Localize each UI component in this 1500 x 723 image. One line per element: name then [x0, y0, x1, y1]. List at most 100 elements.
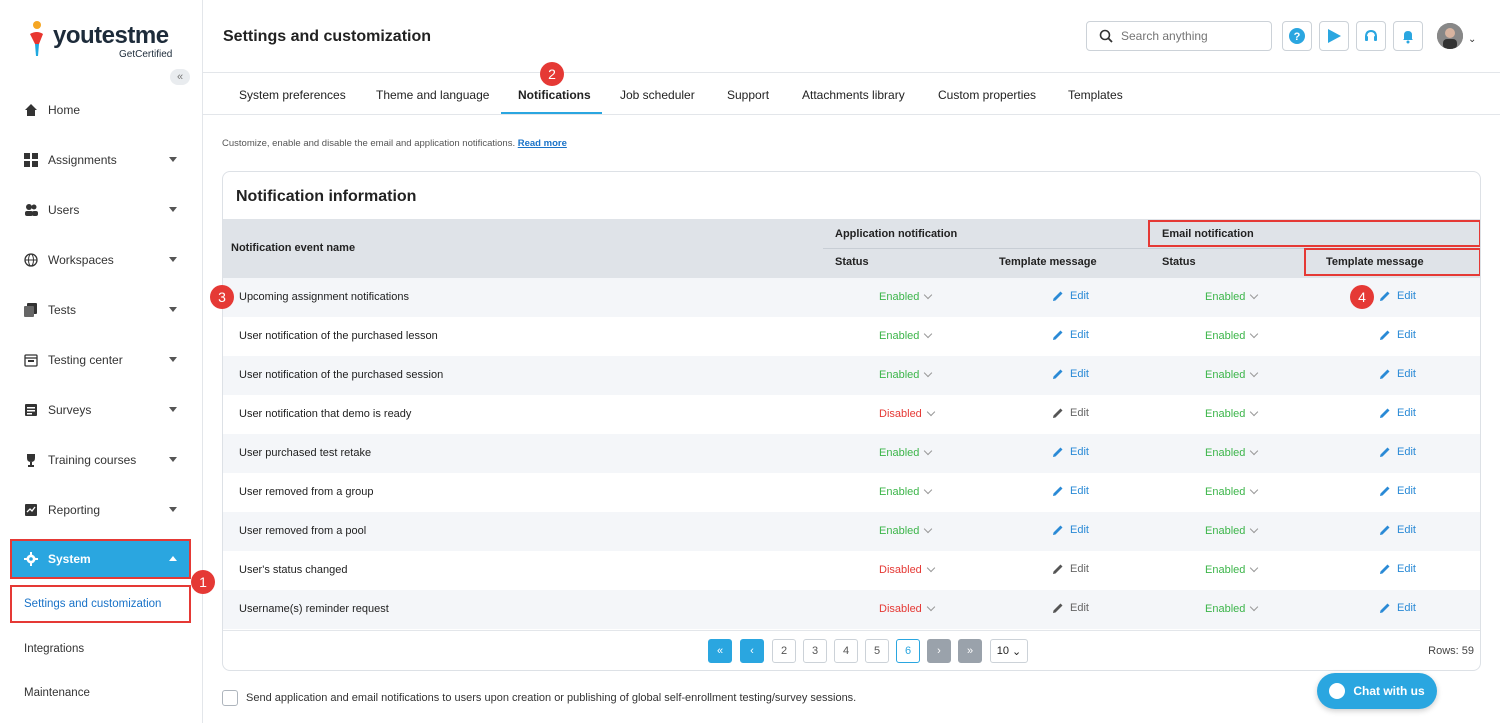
app-template-edit-button[interactable]: Edit — [1052, 602, 1089, 614]
sidebar-item-home[interactable]: Home — [12, 92, 189, 128]
email-status-dropdown[interactable]: Enabled — [1205, 485, 1259, 498]
email-template-edit-button[interactable]: Edit — [1379, 329, 1416, 341]
event-name: User removed from a pool — [239, 525, 367, 537]
sidebar-item-system[interactable]: System — [10, 539, 191, 579]
tab-support[interactable]: Support — [727, 88, 769, 102]
support-button[interactable] — [1356, 21, 1386, 51]
email-status-dropdown[interactable]: Enabled — [1205, 602, 1259, 615]
sidebar-item-workspaces[interactable]: Workspaces — [12, 242, 189, 278]
sidebar-item-training-courses[interactable]: Training courses — [12, 442, 189, 478]
app-template-edit-button[interactable]: Edit — [1052, 329, 1089, 341]
email-template-edit-button[interactable]: Edit — [1379, 368, 1416, 380]
tab-templates[interactable]: Templates — [1068, 88, 1123, 102]
email-status-dropdown[interactable]: Enabled — [1205, 446, 1259, 459]
edit-label: Edit — [1070, 485, 1089, 497]
sidebar-item-reporting[interactable]: Reporting — [12, 492, 189, 528]
brand-logo[interactable]: youtestme GetCertified — [27, 20, 187, 62]
page-button-current[interactable]: 6 — [896, 639, 920, 663]
app-status-dropdown[interactable]: Enabled — [879, 524, 933, 537]
chevron-down-icon — [1250, 563, 1259, 573]
app-status-dropdown[interactable]: Disabled — [879, 407, 936, 420]
col-event-name[interactable]: Notification event name — [231, 242, 355, 254]
tab-custom-properties[interactable]: Custom properties — [938, 88, 1036, 102]
page-button[interactable]: 3 — [803, 639, 827, 663]
email-template-edit-button[interactable]: Edit — [1379, 290, 1416, 302]
app-status-value: Enabled — [879, 486, 920, 498]
email-status-dropdown[interactable]: Enabled — [1205, 563, 1259, 576]
table-row: Upcoming assignment notifications Enabled… — [223, 278, 1480, 317]
app-template-edit-button[interactable]: Edit — [1052, 446, 1089, 458]
app-status-dropdown[interactable]: Disabled — [879, 563, 936, 576]
app-template-edit-button[interactable]: Edit — [1052, 407, 1089, 419]
last-page-button[interactable]: » — [958, 639, 982, 663]
app-status-dropdown[interactable]: Enabled — [879, 485, 933, 498]
chat-with-us-button[interactable]: Chat with us — [1317, 673, 1437, 709]
app-status-value: Enabled — [879, 330, 920, 342]
chevron-down-icon — [169, 257, 177, 262]
app-status-dropdown[interactable]: Enabled — [879, 329, 933, 342]
next-page-button[interactable]: › — [927, 639, 951, 663]
notifications-button[interactable] — [1393, 21, 1423, 51]
tab-job-scheduler[interactable]: Job scheduler — [620, 88, 695, 102]
tab-theme-language[interactable]: Theme and language — [376, 88, 489, 102]
app-status-dropdown[interactable]: Enabled — [879, 368, 933, 381]
self-enrollment-checkbox[interactable] — [222, 690, 238, 706]
app-template-edit-button[interactable]: Edit — [1052, 485, 1089, 497]
page-size-select[interactable]: 10 ⌄ — [990, 639, 1028, 663]
page-button[interactable]: 2 — [772, 639, 796, 663]
play-tutorial-button[interactable] — [1319, 21, 1349, 51]
first-page-button[interactable]: « — [708, 639, 732, 663]
sidebar-subitem-settings[interactable]: Settings and customization — [10, 585, 191, 623]
pencil-icon — [1380, 486, 1390, 496]
collapse-sidebar-button[interactable]: « — [170, 69, 190, 85]
email-status-dropdown[interactable]: Enabled — [1205, 524, 1259, 537]
page-button[interactable]: 5 — [865, 639, 889, 663]
app-template-edit-button[interactable]: Edit — [1052, 563, 1089, 575]
email-template-edit-button[interactable]: Edit — [1379, 446, 1416, 458]
app-template-edit-button[interactable]: Edit — [1052, 368, 1089, 380]
search-input[interactable] — [1121, 29, 1261, 43]
email-status-dropdown[interactable]: Enabled — [1205, 407, 1259, 420]
tests-icon — [24, 303, 38, 317]
self-enrollment-checkbox-row[interactable]: Send application and email notifications… — [222, 690, 856, 706]
sidebar-item-tests[interactable]: Tests — [12, 292, 189, 328]
chevron-down-icon[interactable]: ⌄ — [1468, 34, 1476, 45]
chevron-down-icon — [1250, 290, 1259, 300]
sidebar-item-surveys[interactable]: Surveys — [12, 392, 189, 428]
sidebar-item-testing-center[interactable]: Testing center — [12, 342, 189, 378]
active-tab-indicator — [501, 112, 602, 114]
email-status-dropdown[interactable]: Enabled — [1205, 290, 1259, 303]
sidebar-item-users[interactable]: Users — [12, 192, 189, 228]
page-button[interactable]: 4 — [834, 639, 858, 663]
page-description: Customize, enable and disable the email … — [222, 138, 567, 149]
prev-page-button[interactable]: ‹ — [740, 639, 764, 663]
users-icon — [24, 203, 38, 217]
edit-label: Edit — [1070, 524, 1089, 536]
app-status-dropdown[interactable]: Enabled — [879, 446, 933, 459]
app-template-edit-button[interactable]: Edit — [1052, 524, 1089, 536]
tab-notifications[interactable]: Notifications — [518, 88, 591, 102]
sidebar-subitem-integrations[interactable]: Integrations — [12, 632, 189, 666]
sidebar-subitem-maintenance[interactable]: Maintenance — [12, 676, 189, 710]
app-status-dropdown[interactable]: Disabled — [879, 602, 936, 615]
pencil-icon — [1053, 291, 1063, 301]
email-template-edit-button[interactable]: Edit — [1379, 524, 1416, 536]
event-name: User notification that demo is ready — [239, 408, 412, 420]
search-box[interactable] — [1086, 21, 1272, 51]
app-status-dropdown[interactable]: Enabled — [879, 290, 933, 303]
avatar[interactable] — [1437, 23, 1463, 49]
tab-system-preferences[interactable]: System preferences — [239, 88, 346, 102]
app-template-edit-button[interactable]: Edit — [1052, 290, 1089, 302]
email-template-edit-button[interactable]: Edit — [1379, 602, 1416, 614]
help-button[interactable]: ? — [1282, 21, 1312, 51]
pencil-icon — [1380, 525, 1390, 535]
email-status-dropdown[interactable]: Enabled — [1205, 368, 1259, 381]
pencil-icon — [1053, 564, 1063, 574]
email-template-edit-button[interactable]: Edit — [1379, 407, 1416, 419]
sidebar-item-assignments[interactable]: Assignments — [12, 142, 189, 178]
email-status-dropdown[interactable]: Enabled — [1205, 329, 1259, 342]
tab-attachments-library[interactable]: Attachments library — [802, 88, 905, 102]
email-template-edit-button[interactable]: Edit — [1379, 485, 1416, 497]
read-more-link[interactable]: Read more — [518, 138, 567, 149]
email-template-edit-button[interactable]: Edit — [1379, 563, 1416, 575]
